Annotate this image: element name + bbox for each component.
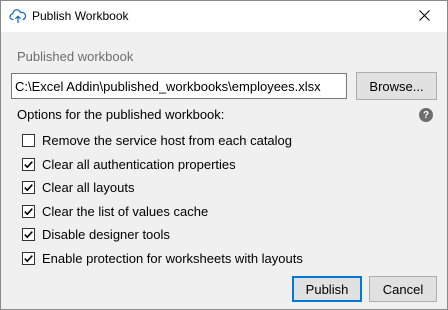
checkbox[interactable] [22,251,35,265]
checkmark-icon [24,183,33,191]
option-remove-service-host[interactable]: Remove the service host from each catalo… [22,131,292,149]
cloud-upload-icon [9,8,27,24]
option-label: Clear all layouts [42,179,135,195]
option-clear-authentication[interactable]: Clear all authentication properties [22,155,236,173]
publish-button[interactable]: Publish [292,276,362,302]
workbook-path-input[interactable] [11,73,347,99]
checkbox[interactable] [22,204,35,218]
option-disable-designer-tools[interactable]: Disable designer tools [22,225,170,243]
option-label: Remove the service host from each catalo… [42,132,293,148]
option-clear-layouts[interactable]: Clear all layouts [22,178,135,196]
checkbox[interactable] [22,180,35,194]
publish-workbook-dialog: Publish Workbook Published workbook Brow… [0,0,448,310]
option-label: Disable designer tools [42,226,170,242]
help-icon[interactable]: ? [419,108,433,122]
browse-button[interactable]: Browse... [356,72,437,100]
published-workbook-label: Published workbook [17,49,134,64]
options-label: Options for the published workbook: [17,107,225,122]
checkmark-icon [24,207,33,215]
option-label: Clear the list of values cache [42,203,209,219]
option-clear-lov-cache[interactable]: Clear the list of values cache [22,202,208,220]
checkmark-icon [24,230,33,238]
cancel-button[interactable]: Cancel [369,276,437,302]
checkbox[interactable] [22,133,35,147]
title-bar: Publish Workbook [1,1,447,32]
close-button[interactable] [401,1,447,32]
option-enable-worksheet-protection[interactable]: Enable protection for worksheets with la… [22,249,303,267]
close-icon [418,8,430,26]
checkbox[interactable] [22,157,35,171]
dialog-content: Published workbook Browse... Options for… [1,32,447,309]
checkbox[interactable] [22,227,35,241]
window-title: Publish Workbook [32,9,129,23]
option-label: Enable protection for worksheets with la… [42,250,303,266]
checkmark-icon [24,160,33,168]
option-label: Clear all authentication properties [42,156,236,172]
checkmark-icon [24,254,33,262]
